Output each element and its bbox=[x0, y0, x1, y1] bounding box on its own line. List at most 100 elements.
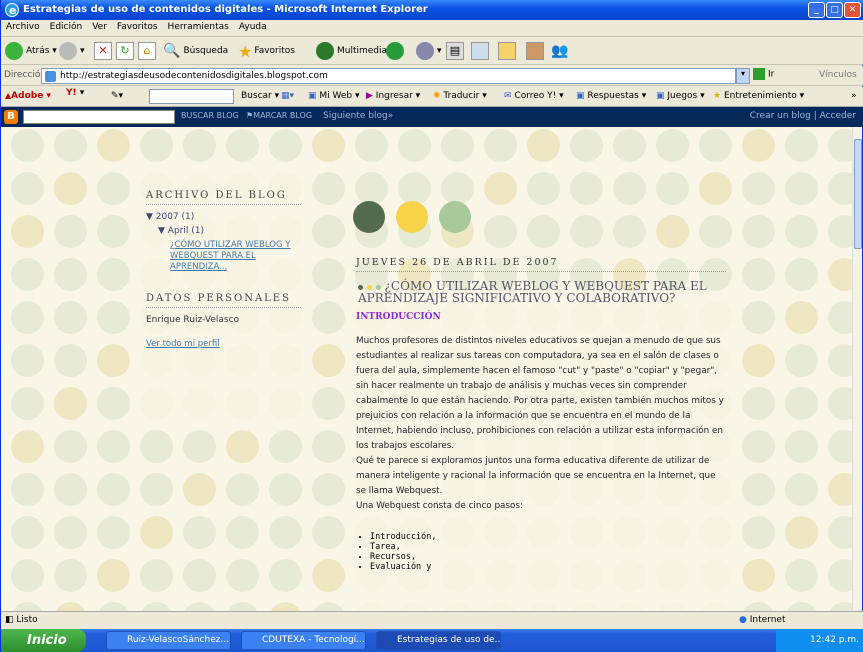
background-dot bbox=[613, 215, 646, 248]
taskbar: Inicio Ruiz-VelascoSánchez... CDUTEXA - … bbox=[1, 629, 863, 652]
background-dot bbox=[570, 215, 603, 248]
background-dot bbox=[11, 473, 44, 506]
highlight-button[interactable]: ▦▾ bbox=[281, 91, 294, 101]
background-dot bbox=[226, 430, 259, 463]
task-estrategias[interactable]: Estrategias de uso de... bbox=[376, 631, 501, 650]
archive-month[interactable]: ▼ April (1) bbox=[146, 226, 301, 236]
view-profile-link[interactable]: Ver todo mi perfil bbox=[146, 339, 301, 349]
maximize-button[interactable]: □ bbox=[826, 2, 843, 18]
research-button[interactable] bbox=[526, 41, 547, 61]
traducir-button[interactable]: ✺ Traducir ▾ bbox=[433, 91, 487, 101]
task-cdutexa[interactable]: CDUTEXA - Tecnologí... bbox=[241, 631, 366, 650]
background-dot bbox=[97, 129, 130, 162]
flag-blog-button[interactable]: ⚑MARCAR BLOG bbox=[246, 111, 312, 120]
ingresar-icon: ▶ bbox=[366, 91, 373, 101]
system-tray: 12:42 p.m. bbox=[776, 629, 863, 652]
create-signin-links[interactable]: Crear un blog | Acceder bbox=[750, 111, 856, 121]
media-icon bbox=[316, 42, 334, 60]
entretenimiento-button[interactable]: ★ Entretenimiento ▾ bbox=[713, 91, 804, 101]
archive-year[interactable]: ▼ 2007 (1) bbox=[146, 212, 301, 222]
favorites-button[interactable]: ★ Favoritos bbox=[238, 41, 295, 61]
search-blog-button[interactable]: BUSCAR BLOG bbox=[181, 111, 239, 120]
menu-favoritos[interactable]: Favoritos bbox=[112, 20, 163, 32]
background-dot bbox=[613, 172, 646, 205]
background-dot bbox=[742, 344, 775, 377]
messenger-button[interactable]: 👥 bbox=[551, 41, 568, 61]
address-dropdown-button[interactable]: ▾ bbox=[736, 68, 750, 84]
search-button[interactable]: 🔍 Búsqueda bbox=[163, 41, 228, 61]
home-button[interactable]: ⌂ bbox=[138, 41, 159, 61]
minimize-button[interactable]: _ bbox=[808, 2, 825, 18]
background-dot bbox=[484, 129, 517, 162]
links-button[interactable]: Vínculos bbox=[819, 70, 857, 80]
background-dot bbox=[54, 516, 87, 549]
print-button[interactable]: ▤ bbox=[446, 41, 467, 61]
menu-herramientas[interactable]: Herramientas bbox=[163, 20, 234, 32]
myweb-button[interactable]: ▣ Mi Web ▾ bbox=[308, 91, 360, 101]
refresh-button[interactable]: ↻ bbox=[116, 41, 137, 61]
menu-ayuda[interactable]: Ayuda bbox=[234, 20, 272, 32]
ingresar-button[interactable]: ▶ Ingresar ▾ bbox=[366, 91, 420, 101]
background-dot bbox=[312, 602, 345, 611]
post-title[interactable]: ¿CÓMO UTILIZAR WEBLOG Y WEBQUEST PARA EL… bbox=[356, 280, 726, 304]
background-dot bbox=[269, 559, 302, 592]
archive-post-link[interactable]: ¿CÓMO UTILIZAR WEBLOG Y WEBQUEST PARA EL… bbox=[146, 240, 291, 273]
background-dot bbox=[97, 172, 130, 205]
menu-archivo[interactable]: Archivo bbox=[1, 20, 45, 32]
background-dot bbox=[140, 516, 173, 549]
background-dot bbox=[269, 430, 302, 463]
next-blog-link[interactable]: Siguiente blog» bbox=[323, 111, 393, 121]
background-dot bbox=[527, 172, 560, 205]
yahoo-search-input[interactable] bbox=[149, 89, 234, 104]
forward-button[interactable]: ▾ bbox=[59, 41, 85, 61]
yahoo-logo[interactable]: Y! ▾ bbox=[66, 88, 84, 98]
background-dot bbox=[828, 559, 854, 592]
background-dot bbox=[312, 473, 345, 506]
start-button[interactable]: Inicio bbox=[1, 629, 86, 652]
clock: 12:42 p.m. bbox=[810, 635, 859, 645]
background-dot bbox=[269, 387, 302, 420]
background-dot bbox=[742, 215, 775, 248]
background-dot bbox=[183, 129, 216, 162]
status-text: ◧ Listo bbox=[5, 615, 38, 625]
folder-button[interactable] bbox=[498, 41, 519, 61]
back-button[interactable]: Atrás ▾ bbox=[5, 41, 57, 61]
blogger-navbar: B BUSCAR BLOG ⚑MARCAR BLOG Siguiente blo… bbox=[1, 107, 863, 127]
steps-list: Introducción, Tarea, Recursos, Evaluació… bbox=[370, 532, 726, 572]
task-word-doc[interactable]: Ruiz-VelascoSánchez... bbox=[106, 631, 231, 650]
vertical-scrollbar[interactable] bbox=[852, 127, 862, 611]
background-dot bbox=[785, 602, 818, 611]
menu-ver[interactable]: Ver bbox=[87, 20, 112, 32]
correo-button[interactable]: ✉ Correo Y! ▾ bbox=[504, 91, 564, 101]
respuestas-button[interactable]: ▣ Respuestas ▾ bbox=[576, 91, 646, 101]
blogger-logo-icon[interactable]: B bbox=[4, 110, 18, 124]
history-icon bbox=[386, 42, 404, 60]
post-date: JUEVES 26 DE ABRIL DE 2007 bbox=[356, 257, 726, 272]
list-item: Tarea, bbox=[370, 542, 726, 552]
background-dot bbox=[742, 387, 775, 420]
history-button[interactable] bbox=[386, 41, 407, 61]
url-input[interactable]: http://estrategiasdeusodecontenidosdigit… bbox=[41, 68, 736, 84]
go-button[interactable]: Ir bbox=[753, 68, 788, 84]
media-button[interactable]: Multimedia bbox=[316, 41, 387, 61]
background-dot bbox=[613, 602, 646, 611]
background-dot bbox=[613, 129, 646, 162]
games-icon: ▣ bbox=[656, 91, 665, 101]
blog-search-input[interactable] bbox=[23, 110, 175, 124]
juegos-button[interactable]: ▣ Juegos ▾ bbox=[656, 91, 705, 101]
scroll-thumb[interactable] bbox=[854, 139, 862, 249]
close-button[interactable]: ✕ bbox=[844, 2, 861, 18]
background-dot bbox=[828, 129, 854, 162]
pencil-button[interactable]: ✎▾ bbox=[111, 91, 123, 101]
yahoo-toolbar: ▲Adobe ▾ Y! ▾ ✎▾ Buscar ▾ ▦▾ ▣ Mi Web ▾ … bbox=[1, 87, 863, 107]
adobe-button[interactable]: ▲Adobe ▾ bbox=[5, 91, 51, 101]
toolbar-overflow-button[interactable]: » bbox=[851, 91, 857, 101]
yahoo-search-button[interactable]: Buscar ▾ bbox=[241, 91, 279, 101]
background-dot bbox=[97, 215, 130, 248]
background-dot bbox=[312, 430, 345, 463]
edit-button[interactable] bbox=[471, 41, 492, 61]
mail-button[interactable]: ▾ bbox=[416, 41, 442, 61]
answers-icon: ▣ bbox=[576, 91, 585, 101]
stop-button[interactable]: ✕ bbox=[94, 41, 115, 61]
menu-edicion[interactable]: Edición bbox=[45, 20, 88, 32]
